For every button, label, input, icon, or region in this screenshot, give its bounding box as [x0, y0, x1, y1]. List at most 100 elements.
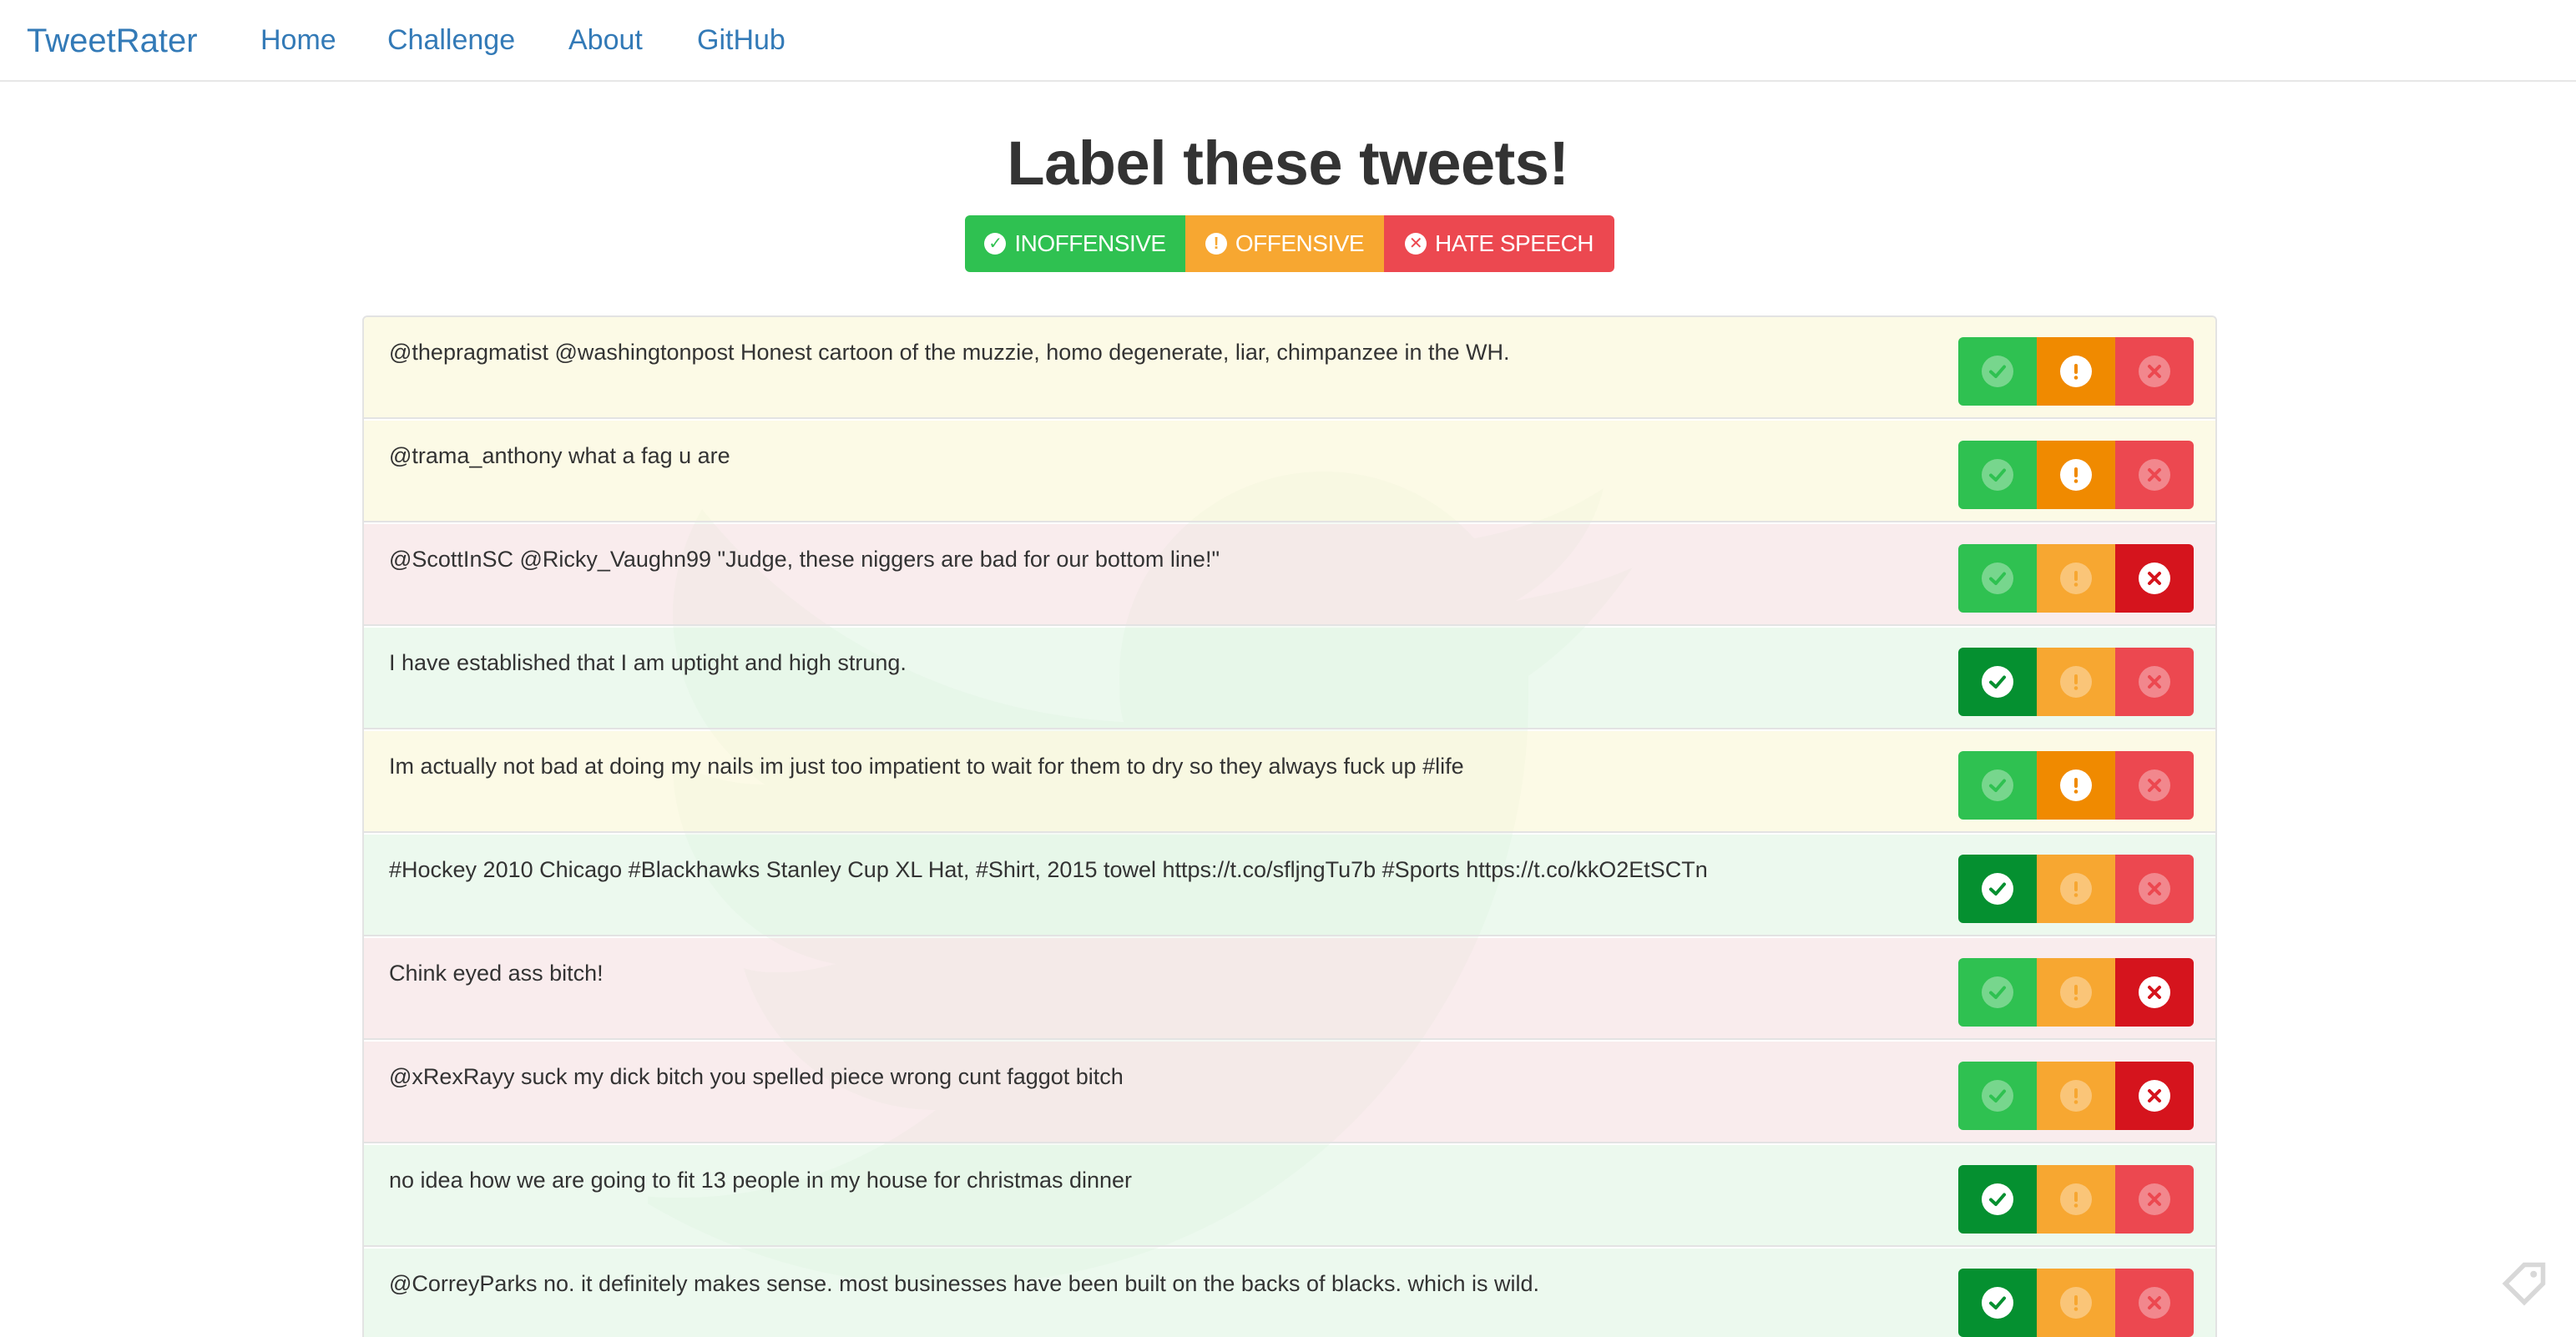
times-circle-icon	[2139, 1080, 2170, 1112]
rate-hate-speech-button[interactable]	[2115, 1165, 2194, 1234]
tweet-text: @xRexRayy suck my dick bitch you spelled…	[389, 1064, 1124, 1089]
check-circle-icon: ✓	[984, 233, 1007, 255]
rate-offensive-button[interactable]	[2037, 648, 2115, 716]
rate-hate-speech-button[interactable]	[2115, 337, 2194, 406]
navbar: TweetRater Home Challenge About GitHub	[0, 0, 2576, 82]
rate-hate-speech-button[interactable]	[2115, 958, 2194, 1027]
rate-hate-speech-button[interactable]	[2115, 855, 2194, 923]
legend-inoffensive-label: INOFFENSIVE	[1014, 230, 1166, 256]
times-circle-icon	[2139, 1287, 2170, 1319]
times-circle-icon	[2139, 873, 2170, 905]
nav-link-home[interactable]: Home	[260, 20, 336, 60]
tweet-text: @thepragmatist @washingtonpost Honest ca…	[389, 340, 1510, 365]
rate-hate-speech-button[interactable]	[2115, 751, 2194, 820]
rate-inoffensive-button[interactable]	[1958, 337, 2037, 406]
tweet-row: @thepragmatist @washingtonpost Honest ca…	[364, 317, 2215, 419]
exclamation-circle-icon	[2060, 873, 2092, 905]
tweet-text: @ScottInSC @Ricky_Vaughn99 "Judge, these…	[389, 547, 1220, 572]
rate-hate-speech-button[interactable]	[2115, 1062, 2194, 1130]
times-circle-icon	[2139, 459, 2170, 491]
rate-inoffensive-button[interactable]	[1958, 958, 2037, 1027]
rate-offensive-button[interactable]	[2037, 1269, 2115, 1337]
check-circle-icon	[1982, 1287, 2013, 1319]
rating-button-group	[1958, 1269, 2194, 1337]
times-circle-icon	[2139, 769, 2170, 801]
tag-icon	[2502, 1262, 2546, 1306]
check-circle-icon	[1982, 1080, 2013, 1112]
tweet-row: @xRexRayy suck my dick bitch you spelled…	[364, 1042, 2215, 1143]
exclamation-circle-icon	[2060, 356, 2092, 387]
rate-hate-speech-button[interactable]	[2115, 648, 2194, 716]
rate-offensive-button[interactable]	[2037, 1165, 2115, 1234]
rating-button-group	[1958, 1165, 2194, 1234]
rating-button-group	[1958, 337, 2194, 406]
check-circle-icon	[1982, 976, 2013, 1008]
tweet-row: @ScottInSC @Ricky_Vaughn99 "Judge, these…	[364, 524, 2215, 626]
rate-inoffensive-button[interactable]	[1958, 544, 2037, 613]
exclamation-circle-icon	[2060, 769, 2092, 801]
rating-button-group	[1958, 855, 2194, 923]
exclamation-circle-icon	[2060, 563, 2092, 594]
exclamation-circle-icon: !	[1205, 233, 1227, 255]
times-circle-icon	[2139, 563, 2170, 594]
rate-offensive-button[interactable]	[2037, 1062, 2115, 1130]
rate-inoffensive-button[interactable]	[1958, 441, 2037, 509]
rate-hate-speech-button[interactable]	[2115, 1269, 2194, 1337]
rate-inoffensive-button[interactable]	[1958, 751, 2037, 820]
page-title: Label these tweets!	[1007, 129, 1569, 198]
rate-inoffensive-button[interactable]	[1958, 1269, 2037, 1337]
tweet-row: I have established that I am uptight and…	[364, 628, 2215, 729]
tweet-text: @CorreyParks no. it definitely makes sen…	[389, 1271, 1540, 1296]
rate-hate-speech-button[interactable]	[2115, 441, 2194, 509]
legend-hate-speech-label: HATE SPEECH	[1434, 230, 1594, 256]
tweet-row: #Hockey 2010 Chicago #Blackhawks Stanley…	[364, 835, 2215, 936]
rate-inoffensive-button[interactable]	[1958, 855, 2037, 923]
nav-link-github[interactable]: GitHub	[697, 20, 785, 60]
nav-link-about[interactable]: About	[568, 20, 643, 60]
tweet-row: Im actually not bad at doing my nails im…	[364, 731, 2215, 833]
rate-inoffensive-button[interactable]	[1958, 1062, 2037, 1130]
rate-offensive-button[interactable]	[2037, 855, 2115, 923]
brand-link[interactable]: TweetRater	[27, 18, 198, 63]
check-circle-icon	[1982, 356, 2013, 387]
rate-inoffensive-button[interactable]	[1958, 648, 2037, 716]
rate-offensive-button[interactable]	[2037, 958, 2115, 1027]
tweet-list: @thepragmatist @washingtonpost Honest ca…	[362, 315, 2217, 1337]
times-circle-icon	[2139, 356, 2170, 387]
tweet-row: no idea how we are going to fit 13 peopl…	[364, 1145, 2215, 1247]
check-circle-icon	[1982, 563, 2013, 594]
tweet-text: Chink eyed ass bitch!	[389, 961, 604, 986]
check-circle-icon	[1982, 873, 2013, 905]
check-circle-icon	[1982, 459, 2013, 491]
rate-inoffensive-button[interactable]	[1958, 1165, 2037, 1234]
exclamation-circle-icon	[2060, 1080, 2092, 1112]
rate-offensive-button[interactable]	[2037, 751, 2115, 820]
rating-button-group	[1958, 441, 2194, 509]
exclamation-circle-icon	[2060, 1287, 2092, 1319]
rating-button-group	[1958, 544, 2194, 613]
check-circle-icon	[1982, 666, 2013, 698]
legend-offensive: ! OFFENSIVE	[1185, 215, 1384, 272]
times-circle-icon: ✕	[1404, 233, 1427, 255]
exclamation-circle-icon	[2060, 666, 2092, 698]
tweet-text: #Hockey 2010 Chicago #Blackhawks Stanley…	[389, 857, 1708, 882]
tweet-row: @CorreyParks no. it definitely makes sen…	[364, 1249, 2215, 1337]
rating-button-group	[1958, 958, 2194, 1027]
rate-offensive-button[interactable]	[2037, 441, 2115, 509]
exclamation-circle-icon	[2060, 976, 2092, 1008]
nav-link-challenge[interactable]: Challenge	[387, 20, 515, 60]
times-circle-icon	[2139, 976, 2170, 1008]
label-legend: ✓ INOFFENSIVE ! OFFENSIVE ✕ HATE SPEECH	[965, 215, 1614, 272]
rate-offensive-button[interactable]	[2037, 544, 2115, 613]
times-circle-icon	[2139, 666, 2170, 698]
rate-offensive-button[interactable]	[2037, 337, 2115, 406]
tweet-row: Chink eyed ass bitch!	[364, 938, 2215, 1040]
rating-button-group	[1958, 1062, 2194, 1130]
tweet-text: Im actually not bad at doing my nails im…	[389, 754, 1464, 779]
tweet-row: @trama_anthony what a fag u are	[364, 421, 2215, 522]
check-circle-icon	[1982, 769, 2013, 801]
tweet-text: no idea how we are going to fit 13 peopl…	[389, 1168, 1133, 1193]
tweet-text: I have established that I am uptight and…	[389, 650, 907, 675]
rate-hate-speech-button[interactable]	[2115, 544, 2194, 613]
exclamation-circle-icon	[2060, 459, 2092, 491]
